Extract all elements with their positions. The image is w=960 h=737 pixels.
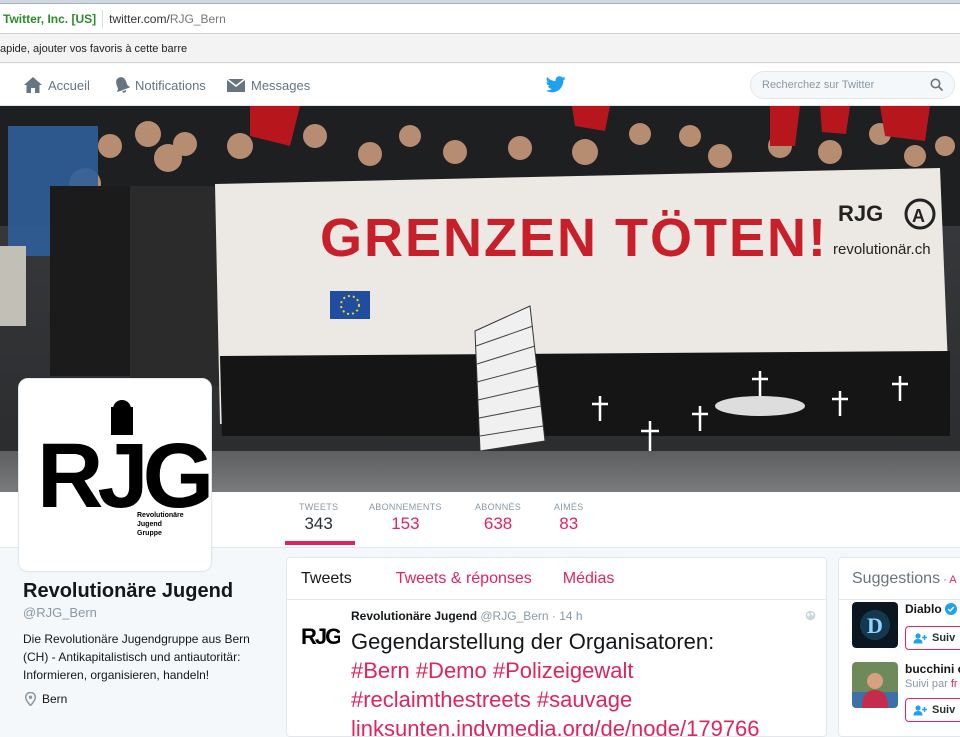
avatar-sub-2: Jugend [137,521,162,528]
stat-tweets[interactable]: TWEETS 343 [299,502,338,534]
search-box[interactable] [750,71,955,99]
bookmarks-hint: apide, ajouter vos favoris à cette barre [0,43,188,55]
follow-button-label: Suiv [932,704,956,716]
follow-button[interactable]: Suiv [905,626,960,650]
nav-messages[interactable]: Messages [226,64,310,106]
stat-tweets-value: 343 [304,514,333,533]
stat-followers[interactable]: ABONNÉS 638 [475,502,521,534]
url-host: twitter.com/ [109,11,170,26]
tweet-hashtags-2[interactable]: #reclaimthestreets #sauvage [351,685,821,714]
profile-handle[interactable]: @RJG_Bern [23,605,268,620]
tweet-text: Gegendarstellung der Organisatoren: #Ber… [351,627,821,736]
followed-by-link[interactable]: fr [951,678,958,690]
profile-location-text: Bern [42,692,68,706]
bookmarks-bar: apide, ajouter vos favoris à cette barre [0,35,960,63]
profile-bio: Die Revolutionäre Jugendgruppe aus Bern … [23,632,250,682]
nav-home-label: Accueil [48,77,90,93]
suggestion-avatar[interactable] [852,662,898,708]
location-pin-icon [25,692,36,706]
envelope-icon [226,78,246,92]
tab-tweets-replies[interactable]: Tweets & réponses [396,570,532,588]
stat-likes-value: 83 [559,514,579,533]
tweet-author[interactable]: Revolutionäre Jugend [351,609,477,623]
nav-notifications[interactable]: Notifications [114,64,206,106]
follow-button-label: Suiv [932,632,956,644]
suggestions-header: Suggestions · A [839,558,960,600]
svg-text:revolutionär.ch: revolutionär.ch [833,241,931,258]
tweet-link[interactable]: linksunten.indymedia.org/de/node/179766 [351,714,821,736]
home-icon [24,77,42,93]
active-stat-underline [285,541,355,545]
stat-tweets-label: TWEETS [299,502,339,512]
follow-person-icon [913,632,927,643]
url-path: RJG_Bern [169,11,226,26]
tweet-separator: · [548,609,560,623]
nav-home[interactable]: Accueil [23,64,90,106]
tweet-item[interactable]: RJG Revolutionäre Jugend @RJG_Bern · 14 … [287,600,826,736]
suggestion-avatar[interactable]: D [852,602,898,648]
top-navigation: Accueil Notifications Messages [0,64,960,106]
stat-following-value: 153 [391,514,420,533]
bell-icon [116,77,130,93]
stat-likes-label: AIMÉS [554,502,584,512]
search-input[interactable] [751,72,921,98]
tweet-hashtags-1[interactable]: #Bern #Demo #Polizeigewalt [351,656,821,685]
profile-location: Bern [23,692,268,706]
avatar-sub-3: Gruppe [137,530,162,537]
avatar-sub-1: Revolutionäre [137,512,184,519]
suggestions-title: Suggestions [852,570,941,587]
stat-following-label: ABONNEMENTS [369,502,442,512]
suggestion-name-text: Diablo [905,602,942,616]
suggestion-name[interactable]: Diablo [905,602,958,616]
nav-notifications-label: Notifications [135,77,206,93]
tweet-avatar-text: RJG [301,624,340,649]
suggestion-name[interactable]: bucchini c [905,662,960,676]
url-text[interactable]: twitter.com/RJG_Bern [109,12,226,26]
tab-media[interactable]: Médias [563,570,615,588]
svg-text:RJG: RJG [838,201,883,226]
twitter-bird-icon[interactable] [546,76,566,93]
globe-icon [805,610,816,621]
address-bar[interactable]: Twitter, Inc. [US] twitter.com/RJG_Bern [0,4,960,34]
tweet-avatar[interactable]: RJG [300,616,340,656]
nav-messages-label: Messages [251,77,311,93]
stat-followers-value: 638 [483,514,513,533]
tweet-time[interactable]: 14 h [559,609,582,623]
profile-avatar[interactable]: RJG Revolutionäre Jugend Gruppe [18,378,215,572]
tweet-header: Revolutionäre Jugend @RJG_Bern · 14 h [351,609,583,623]
svg-text:GRENZEN TÖTEN!: GRENZEN TÖTEN! [320,208,828,268]
tab-tweets[interactable]: Tweets [301,570,352,588]
suggestions-refresh[interactable]: · A [940,574,956,586]
svg-text:A: A [912,206,925,226]
stat-likes[interactable]: AIMÉS 83 [554,502,584,534]
search-icon[interactable] [930,78,944,92]
tweet-timeline: Tweets Tweets & réponses Médias RJG Revo… [286,557,827,737]
suggestions-panel: Suggestions · A D Diablo Suiv bucchini c… [838,557,960,737]
profile-name[interactable]: Revolutionäre Jugend [23,580,268,603]
rjg-logo: RJG Revolutionäre Jugend Gruppe [37,400,215,537]
profile-card: Revolutionäre Jugend @RJG_Bern Die Revol… [23,580,268,706]
timeline-tabs: Tweets Tweets & réponses Médias [287,558,826,600]
follow-person-icon [913,704,927,715]
verified-badge-icon [945,603,958,615]
tweet-text-plain: Gegendarstellung der Organisatoren: [351,629,715,654]
svg-text:D: D [867,613,883,638]
stat-following[interactable]: ABONNEMENTS 153 [369,502,442,534]
follow-button[interactable]: Suiv [905,698,960,722]
suggestion-followed-by: Suivi par fr [905,678,958,690]
tweet-handle[interactable]: @RJG_Bern [480,609,548,623]
stat-followers-label: ABONNÉS [475,502,522,512]
site-identity[interactable]: Twitter, Inc. [US] [0,9,104,28]
followed-by-prefix: Suivi par [905,678,951,690]
